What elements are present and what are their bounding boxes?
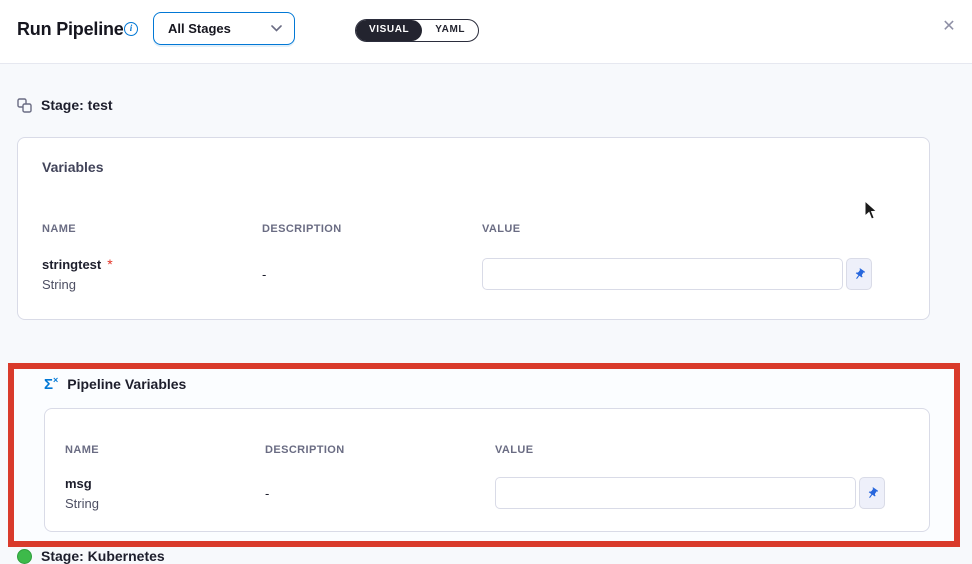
pin-button[interactable] bbox=[846, 258, 872, 290]
table-row: stringtest * String - bbox=[42, 256, 905, 292]
modal-header: Run Pipeline i All Stages VISUAL YAML ✕ bbox=[0, 0, 972, 64]
column-name: NAME bbox=[65, 444, 265, 456]
variable-description: - bbox=[262, 267, 482, 282]
variable-type: String bbox=[65, 496, 265, 511]
close-icon[interactable]: ✕ bbox=[939, 17, 959, 37]
pipeline-variables-card: NAME DESCRIPTION VALUE msg String - bbox=[44, 408, 930, 532]
pipeline-variables-header: Σ× Pipeline Variables bbox=[44, 375, 186, 393]
kubernetes-status-icon bbox=[17, 549, 32, 564]
stage-filter-value: All Stages bbox=[168, 21, 231, 36]
variable-name-cell: msg String bbox=[65, 475, 265, 511]
column-value: VALUE bbox=[495, 444, 909, 456]
pipeline-variables-column-headers: NAME DESCRIPTION VALUE bbox=[65, 444, 909, 456]
table-row: msg String - bbox=[65, 475, 909, 511]
variable-description: - bbox=[265, 486, 495, 501]
variables-column-headers: NAME DESCRIPTION VALUE bbox=[42, 223, 905, 235]
pin-button[interactable] bbox=[859, 477, 885, 509]
sigma-variables-icon: Σ× bbox=[44, 375, 58, 393]
column-value: VALUE bbox=[482, 223, 905, 235]
column-description: DESCRIPTION bbox=[265, 444, 495, 456]
variable-name: msg bbox=[65, 476, 92, 491]
stage-filter-dropdown[interactable]: All Stages bbox=[153, 12, 295, 45]
variable-value-cell bbox=[495, 477, 885, 509]
stringtest-value-input[interactable] bbox=[482, 258, 843, 290]
variable-name: stringtest bbox=[42, 257, 101, 272]
stage-icon bbox=[17, 98, 32, 113]
visual-yaml-toggle: VISUAL YAML bbox=[355, 19, 479, 42]
variable-value-cell bbox=[482, 258, 872, 290]
column-name: NAME bbox=[42, 223, 262, 235]
variable-type: String bbox=[42, 277, 262, 292]
required-asterisk: * bbox=[107, 256, 112, 272]
chevron-down-icon bbox=[271, 25, 282, 32]
info-icon[interactable]: i bbox=[124, 22, 138, 36]
stage-test-label: Stage: test bbox=[41, 97, 113, 113]
variables-card-title: Variables bbox=[42, 159, 104, 175]
pin-icon bbox=[863, 484, 881, 502]
page-title: Run Pipeline bbox=[17, 19, 124, 40]
stage-kubernetes-label: Stage: Kubernetes bbox=[41, 548, 165, 564]
variables-card: Variables NAME DESCRIPTION VALUE stringt… bbox=[17, 137, 930, 320]
msg-value-input[interactable] bbox=[495, 477, 856, 509]
stage-test-header: Stage: test bbox=[17, 97, 113, 113]
tab-yaml[interactable]: YAML bbox=[422, 20, 478, 41]
pipeline-variables-highlight: Σ× Pipeline Variables NAME DESCRIPTION V… bbox=[8, 363, 960, 547]
column-description: DESCRIPTION bbox=[262, 223, 482, 235]
variable-name-cell: stringtest * String bbox=[42, 256, 262, 292]
stage-kubernetes-header: Stage: Kubernetes bbox=[17, 548, 165, 564]
pipeline-variables-title: Pipeline Variables bbox=[67, 376, 186, 392]
mouse-cursor bbox=[864, 200, 878, 221]
pin-icon bbox=[850, 265, 868, 283]
tab-visual[interactable]: VISUAL bbox=[356, 20, 422, 41]
